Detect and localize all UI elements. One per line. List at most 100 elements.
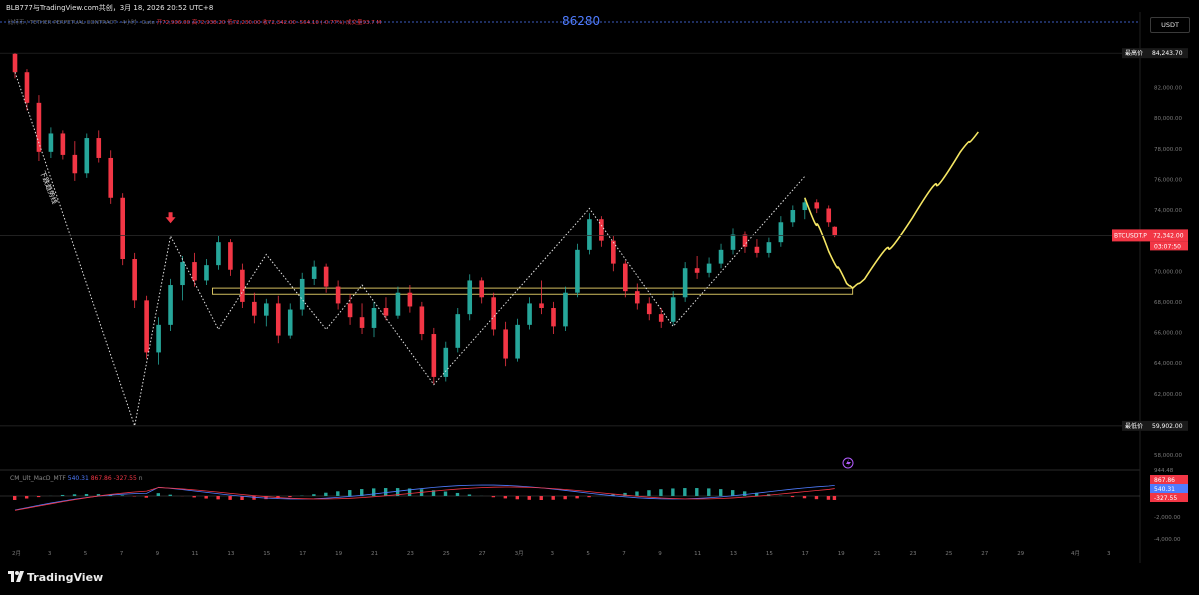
candle-body	[491, 297, 496, 330]
candle-body	[216, 242, 221, 266]
time-tick-label: 23	[910, 551, 917, 557]
price-tick-label: 68,000.00	[1154, 300, 1182, 306]
time-tick-label: 27	[479, 551, 486, 557]
lightning-bolt	[846, 459, 851, 467]
candle-body	[575, 249, 580, 293]
trendline-annotation: 下跌趋势线	[38, 169, 59, 205]
price-tick-label: 64,000.00	[1154, 361, 1182, 367]
candle-body	[407, 292, 413, 307]
macd-hist-bar	[336, 491, 340, 496]
candle-body	[587, 219, 592, 250]
candle-body	[503, 329, 508, 359]
time-tick-label: 17	[299, 551, 306, 557]
price-tick-label: 76,000.00	[1154, 177, 1182, 183]
macd-hist-bar	[491, 496, 496, 498]
candle-body	[252, 301, 257, 316]
candle-body	[419, 306, 425, 335]
down-arrow-icon	[165, 212, 176, 224]
candle-body	[383, 308, 389, 316]
candle-body	[96, 138, 102, 158]
candle-body	[180, 262, 185, 286]
candle-body	[204, 265, 209, 281]
macd-hist-bar	[515, 496, 519, 500]
candle-body	[431, 334, 437, 377]
time-tick-label: 15	[766, 551, 773, 557]
time-tick-label: 7	[622, 551, 626, 557]
candle-body	[359, 317, 365, 328]
lowest-tag-label: 最低价	[1125, 422, 1143, 430]
macd-hist-bar	[671, 488, 675, 496]
macd-hist-bar	[659, 489, 663, 496]
macd-hist-bar	[36, 496, 41, 498]
time-tick-label: 25	[443, 551, 450, 557]
macd-hist-bar	[228, 496, 232, 500]
time-tick-label: 2月	[12, 550, 21, 557]
time-tick-label: 15	[263, 551, 270, 557]
candle-body	[479, 280, 484, 298]
candle-body	[766, 242, 772, 253]
macd-hist-bar	[647, 490, 651, 496]
candle-body	[60, 133, 66, 155]
macd-hist-bar	[120, 495, 125, 496]
time-tick-label: 11	[694, 551, 701, 557]
candle-body	[84, 138, 90, 174]
macd-hist-bar	[372, 488, 376, 496]
price-chart[interactable]: 82,000.00 80,000.00 78,000.00 76,000.00 74,0…	[0, 0, 1199, 595]
macd-hist-bar	[814, 496, 819, 500]
macd-hist-bar	[84, 494, 89, 496]
price-tick-label: 58,000.00	[1154, 453, 1182, 459]
macd-value-tag: -327.55	[1154, 495, 1177, 502]
macd-value-tag: 540.31	[1154, 486, 1175, 493]
time-tick-label: 3	[48, 551, 52, 557]
time-tick-label: 23	[407, 551, 414, 557]
candle-body	[718, 249, 724, 264]
candle-body	[682, 268, 688, 298]
macd-hist-bar	[443, 491, 448, 496]
candle-body	[611, 240, 616, 264]
macd-hist-bar	[288, 496, 292, 498]
macd-hist-bar	[324, 492, 328, 496]
candle-body	[623, 263, 628, 292]
time-tick-label: 27	[981, 551, 988, 557]
candle-body	[467, 280, 473, 315]
candle-body	[551, 308, 556, 327]
candle-body	[299, 278, 305, 310]
candle-body	[742, 234, 748, 247]
price-tick-label: 74,000.00	[1154, 208, 1182, 214]
macd-hist-bar	[587, 496, 591, 498]
candle-body	[563, 292, 568, 327]
candle-body	[754, 246, 760, 253]
macd-hist-bar	[144, 496, 149, 498]
candle-body	[275, 303, 281, 336]
macd-hist-bar	[348, 490, 352, 496]
candle-body	[395, 292, 401, 316]
candle-body	[108, 157, 114, 198]
macd-hist-bar	[503, 496, 508, 499]
candle-body	[371, 308, 377, 328]
symbol-tag: BTCUSDT.P	[1114, 232, 1147, 239]
candle-body	[323, 266, 329, 287]
macd-hist-bar	[24, 496, 29, 499]
macd-hist-bar	[204, 496, 208, 499]
macd-hist-bar	[802, 496, 807, 499]
time-tick-label: 21	[371, 551, 378, 557]
footer-bar	[0, 563, 1199, 595]
tradingview-brand[interactable]: TradingView	[27, 571, 103, 584]
time-tick-label: 13	[730, 551, 737, 557]
candle-body	[48, 133, 54, 152]
macd-hist-bar	[742, 491, 747, 496]
macd-hist-bar	[527, 496, 531, 500]
candle-body	[443, 347, 449, 377]
macd-hist-bar	[719, 489, 723, 496]
candle-body	[192, 262, 197, 281]
macd-hist-bar	[216, 496, 220, 500]
candle-body	[706, 263, 712, 273]
macd-value-tag: 867.86	[1154, 477, 1175, 484]
time-tick-label: 21	[874, 551, 881, 557]
candle-body	[347, 303, 353, 318]
price-tick-label: 82,000.00	[1154, 86, 1182, 92]
candle-body	[156, 324, 161, 353]
price-tick-label: 78,000.00	[1154, 147, 1182, 153]
support-zone-box	[211, 287, 854, 295]
macd-hist-bar	[60, 494, 65, 496]
